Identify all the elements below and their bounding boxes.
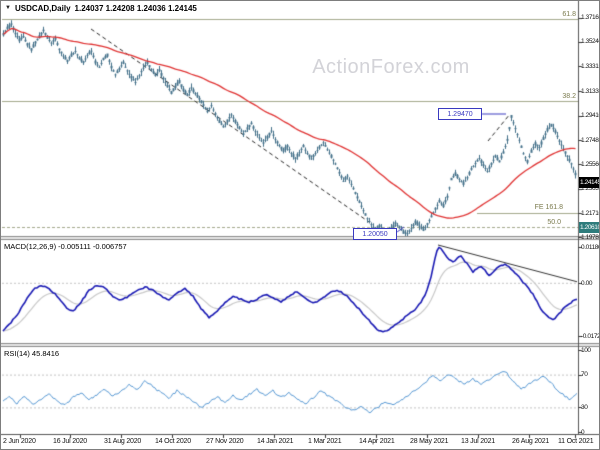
chart-title-bar: ▼ USDCAD,Daily 1.24037 1.24208 1.24036 1… — [5, 4, 197, 13]
price-annotation-box[interactable]: 1.29470 — [438, 108, 482, 120]
symbol-period-label: USDCAD,Daily — [15, 4, 71, 13]
chart-canvas[interactable] — [1, 1, 600, 450]
collapse-chart-icon[interactable]: ▼ — [5, 4, 11, 13]
price-annotation-box[interactable]: 1.20050 — [353, 228, 397, 240]
mt4-chart-window: ▼ USDCAD,Daily 1.24037 1.24208 1.24036 1… — [0, 0, 600, 450]
ohlc-values: 1.24037 1.24208 1.24036 1.24145 — [75, 4, 197, 13]
